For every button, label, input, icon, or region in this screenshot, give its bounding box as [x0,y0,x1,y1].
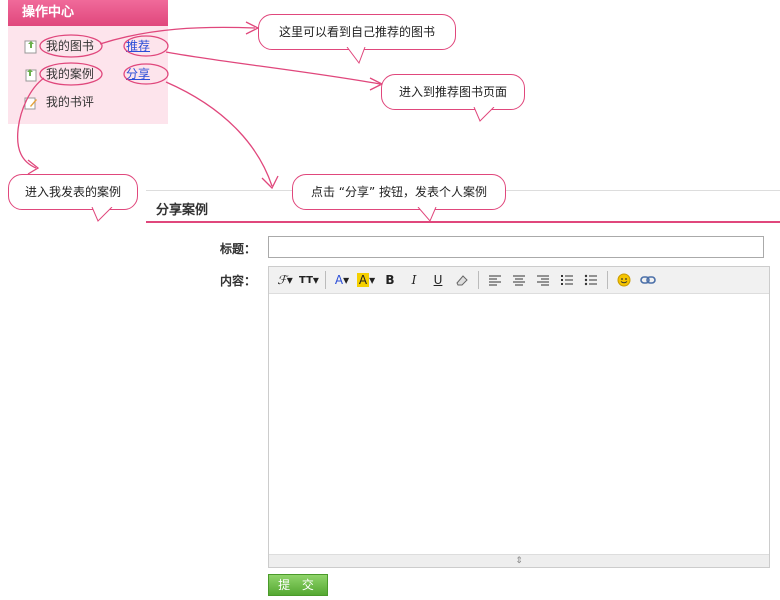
align-left-icon[interactable] [485,270,505,290]
highlight-icon[interactable]: A ▾ [356,270,376,290]
callout-tail [417,207,437,222]
align-center-icon[interactable] [509,270,529,290]
font-color-icon[interactable]: A ▾ [332,270,352,290]
editor-resize-handle[interactable]: ⇕ [269,554,769,567]
unordered-list-icon[interactable] [581,270,601,290]
callout-share-hint: 点击 “分享” 按钮，发表个人案例 [292,174,506,210]
italic-icon[interactable]: I [404,270,424,290]
eraser-icon[interactable] [452,270,472,290]
editor-content-area[interactable] [269,294,769,555]
align-right-icon[interactable] [533,270,553,290]
font-family-icon[interactable]: ℱ ▾ [275,270,295,290]
bold-icon[interactable]: B [380,270,400,290]
submit-button[interactable]: 提 交 [268,574,328,596]
rich-text-editor: ℱ ▾ TT ▾ A ▾ A ▾ B I U ⇕ [268,266,770,568]
title-label: 标题： [219,242,256,256]
title-input[interactable] [268,236,764,258]
editor-toolbar: ℱ ▾ TT ▾ A ▾ A ▾ B I U [269,267,769,294]
toolbar-separator [325,271,326,289]
callout-recommend-view: 这里可以看到自己推荐的图书 [258,14,456,50]
section-title: 分享案例 [156,203,209,218]
link-icon[interactable] [638,270,658,290]
underline-icon[interactable]: U [428,270,448,290]
font-size-icon[interactable]: TT ▾ [299,270,319,290]
ordered-list-icon[interactable] [557,270,577,290]
content-label: 内容： [219,274,256,288]
toolbar-separator [607,271,608,289]
callout-tail [91,207,113,222]
callout-recommend-page: 进入到推荐图书页面 [381,74,525,110]
callout-tail [473,107,495,122]
callout-tail [346,47,366,65]
toolbar-separator [478,271,479,289]
callout-my-cases: 进入我发表的案例 [8,174,138,210]
emoticon-icon[interactable] [614,270,634,290]
